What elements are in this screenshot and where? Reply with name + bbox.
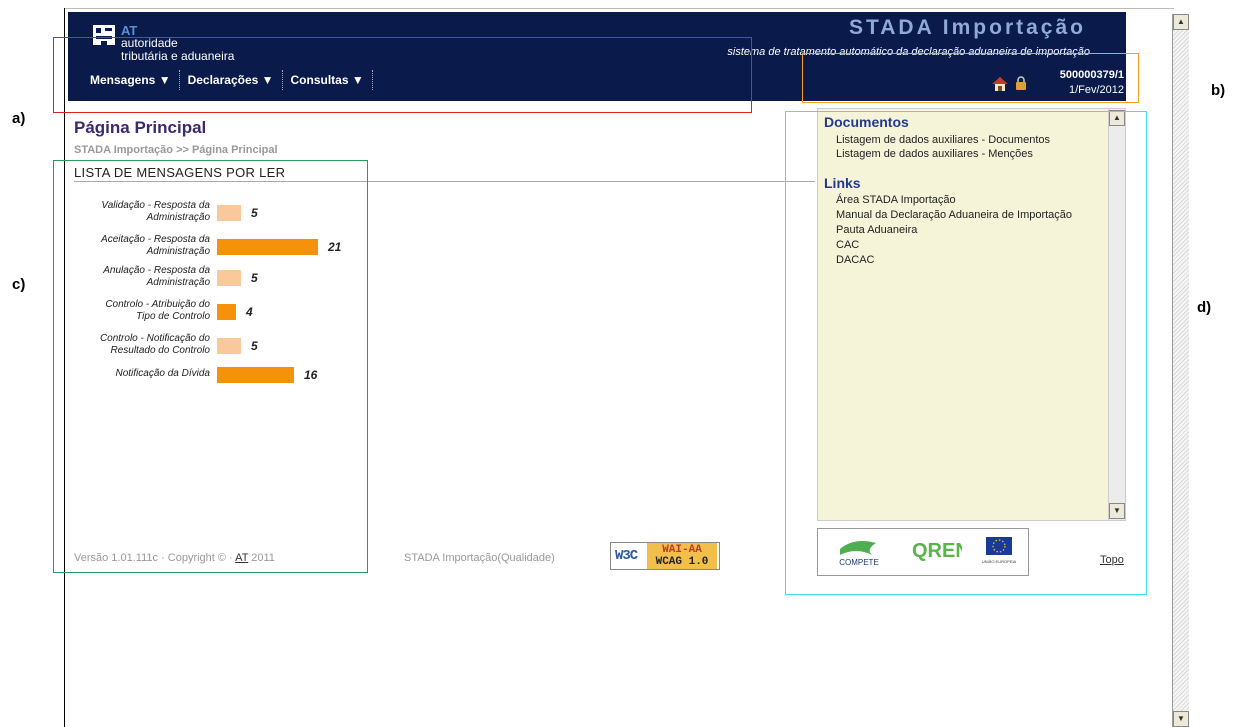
chart-bar[interactable]: [217, 270, 241, 286]
chart-category-label: Validação - Resposta da Administração: [70, 200, 210, 224]
annotation-label-c: c): [12, 276, 26, 293]
app-subtitle: sistema de tratamento automático da decl…: [727, 46, 1090, 58]
environment-text: STADA Importação(Qualidade): [404, 552, 555, 564]
version-suffix: 2011: [248, 552, 275, 564]
side-panel: Documentos Listagem de dados auxiliares …: [817, 108, 1126, 521]
compete-text: COMPETE: [839, 558, 879, 567]
scroll-up-button[interactable]: ▲: [1173, 14, 1189, 30]
link-manual[interactable]: Manual da Declaração Aduaneira de Import…: [836, 209, 1072, 221]
links-heading: Links: [824, 175, 861, 191]
annotation-label-b: b): [1211, 82, 1226, 99]
wcag-label: WCAG 1.0: [655, 556, 709, 568]
logo-text-line2: tributária e aduaneira: [121, 49, 235, 63]
chart-bar[interactable]: [217, 239, 318, 255]
chart-value-label: 5: [251, 206, 258, 220]
funding-logos: COMPETE QREN UNIÃO EUROPEIA: [817, 528, 1029, 576]
breadcrumb[interactable]: STADA Importação >> Página Principal: [74, 144, 278, 156]
eu-flag-logo: UNIÃO EUROPEIA: [982, 537, 1017, 564]
chart-category-label-line: Administração: [146, 277, 210, 288]
annotation-label-a: a): [12, 110, 26, 127]
chart-bar[interactable]: [217, 304, 236, 320]
logo-text-line1: autoridade: [121, 36, 178, 50]
chart-value-label: 5: [251, 339, 258, 353]
main-nav: Mensagens ▼ Declarações ▼ Consultas ▼: [82, 70, 373, 90]
chart-category-label-line: Tipo de Controlo: [136, 311, 210, 322]
link-area-stada[interactable]: Área STADA Importação: [836, 194, 956, 206]
wai-aa-label: WAI-AA: [662, 544, 702, 556]
unread-messages-title: LISTA DE MENSAGENS POR LER: [74, 165, 286, 180]
app-header: AT autoridade tributária e aduaneira STA…: [68, 12, 1126, 101]
link-dacac[interactable]: DACAC: [836, 254, 875, 266]
compete-logo: COMPETE: [839, 541, 879, 567]
chart-category-label-line: Validação - Resposta da: [101, 200, 210, 211]
link-cac[interactable]: CAC: [836, 239, 859, 251]
chart-bar[interactable]: [217, 367, 294, 383]
window-left-border: [64, 8, 65, 727]
chart-value-label: 16: [304, 368, 318, 382]
chart-category-label: Anulação - Resposta da Administração: [70, 265, 210, 289]
version-prefix: Versão 1.01.111c · Copyright © ·: [74, 552, 236, 564]
chart-category-label-line: Controlo - Notificação do: [99, 333, 210, 344]
nav-declaracoes[interactable]: Declarações ▼: [180, 70, 283, 90]
link-pauta[interactable]: Pauta Aduaneira: [836, 224, 917, 236]
eu-text: UNIÃO EUROPEIA: [982, 559, 1017, 564]
chart-category-label-line: Administração: [146, 246, 210, 257]
chart-category-label: Controlo - Notificação do Resultado do Co…: [70, 333, 210, 357]
page-scrollbar[interactable]: ▲ ▼: [1172, 14, 1189, 727]
chart-bar[interactable]: [217, 205, 241, 221]
side-scroll-down[interactable]: ▼: [1109, 503, 1125, 519]
chart-value-label: 4: [246, 305, 253, 319]
nav-consultas[interactable]: Consultas ▼: [283, 70, 373, 90]
chart-category-label-line: Anulação - Resposta da: [103, 265, 210, 276]
w3c-logo: W3C: [615, 548, 638, 564]
chart-category-label: Notificação da Dívida: [70, 368, 211, 380]
scroll-down-button[interactable]: ▼: [1173, 711, 1189, 727]
back-to-top-link[interactable]: Topo: [1100, 554, 1124, 566]
wcag-level: WAI-AA WCAG 1.0: [647, 543, 717, 569]
version-text: Versão 1.01.111c · Copyright © · AT 2011: [74, 552, 275, 564]
user-id: 500000379/1: [1059, 69, 1124, 81]
app-title: STADA Importação: [848, 16, 1086, 39]
chart-bar[interactable]: [217, 338, 241, 354]
chart-value-label: 5: [251, 271, 258, 285]
page-title: Página Principal: [74, 118, 207, 137]
lock-icon[interactable]: [1015, 76, 1027, 90]
chart-category-label: Controlo - Atribuição do Tipo de Controlo: [70, 299, 210, 323]
title-divider: [74, 181, 815, 182]
home-icon[interactable]: [992, 76, 1008, 92]
at-link[interactable]: AT: [235, 552, 248, 564]
chart-category-label: Aceitação - Resposta da Administração: [70, 234, 210, 258]
chart-category-label-line: Resultado do Controlo: [110, 345, 210, 356]
link-dados-documentos[interactable]: Listagem de dados auxiliares - Documento…: [836, 134, 1050, 146]
window-top-border: [64, 8, 1174, 9]
chart-category-label-line: Administração: [146, 212, 210, 223]
nav-mensagens[interactable]: Mensagens ▼: [82, 70, 180, 90]
user-date: 1/Fev/2012: [1068, 84, 1124, 96]
w3c-badge[interactable]: W3C WAI-AA WCAG 1.0: [610, 542, 720, 570]
chart-category-label-line: Aceitação - Resposta da: [101, 234, 210, 245]
documentos-heading: Documentos: [824, 114, 909, 130]
annotation-label-d: d): [1197, 299, 1212, 316]
side-scrollbar[interactable]: ▲ ▼: [1108, 109, 1125, 520]
chart-category-label-line: Controlo - Atribuição do: [105, 299, 210, 310]
qren-logo: QREN: [912, 540, 962, 562]
chart-value-label: 21: [328, 240, 342, 254]
at-logo-icon: [93, 25, 115, 45]
side-scroll-up[interactable]: ▲: [1109, 110, 1125, 126]
link-dados-mencoes[interactable]: Listagem de dados auxiliares - Menções: [836, 148, 1033, 160]
qren-text: QREN: [912, 540, 962, 562]
chart-category-label-line: Notificação da Dívida: [115, 368, 211, 379]
